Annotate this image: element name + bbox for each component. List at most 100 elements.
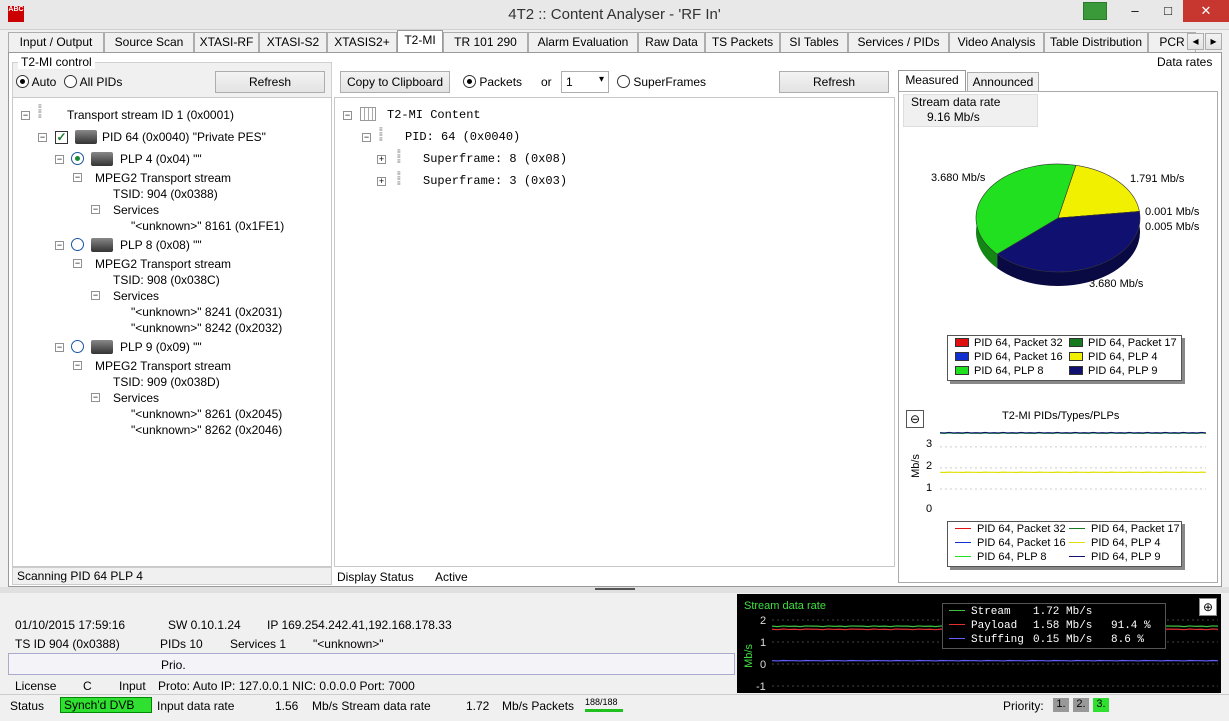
tree-mpeg: MPEG2 Transport stream <box>95 171 232 185</box>
input-label: Input <box>119 679 146 693</box>
auto-radio[interactable] <box>16 75 29 88</box>
zoom-out-icon[interactable]: ⊖ <box>906 410 924 428</box>
tab-scroll-right-button[interactable]: ▸ <box>1205 33 1222 50</box>
tab-xtasi-s2[interactable]: XTASI-S2 <box>259 32 327 52</box>
y-tick: 0 <box>760 659 767 671</box>
line-chart-ylabel: Mb/s <box>909 454 922 478</box>
expand-icon[interactable]: + <box>377 177 386 186</box>
tab-xtasis2-[interactable]: XTASIS2+ <box>327 32 397 52</box>
pie-label: 1.791 Mb/s <box>1130 173 1185 185</box>
content-pid[interactable]: PID: 64 (0x0040) <box>405 130 520 144</box>
tree-pid[interactable]: PID 64 (0x0040) "Private PES" <box>102 130 266 144</box>
scope-legend-name: Payload <box>971 620 1018 632</box>
tree-service: "<unknown>" 8261 (0x2045) <box>131 407 283 421</box>
collapse-plp4-icon[interactable]: − <box>55 155 64 164</box>
packets-value: 188/188 <box>585 697 618 707</box>
chevron-down-icon: ▾ <box>598 74 604 85</box>
service-count: Services 1 <box>230 637 287 651</box>
content-superframe[interactable]: Superframe: 3 (0x03) <box>423 174 567 188</box>
collapse-plp8-icon[interactable]: − <box>55 241 64 250</box>
collapse-icon[interactable]: − <box>91 205 100 214</box>
legend-item: PID 64, PLP 4 <box>1069 537 1161 549</box>
plp9-radio[interactable] <box>71 340 84 353</box>
tab-t2-mi[interactable]: T2-MI <box>397 30 443 53</box>
collapse-icon[interactable]: − <box>362 133 371 142</box>
stream-rate-label: Stream data rate <box>911 95 1001 109</box>
collapse-icon[interactable]: − <box>91 393 100 402</box>
tree-plp8[interactable]: PLP 8 (0x08) "" <box>120 238 202 252</box>
packets-option[interactable]: Packets <box>463 75 522 89</box>
expand-icon[interactable]: + <box>377 155 386 164</box>
control-group-title: T2-MI control <box>18 55 95 69</box>
tree-plp9[interactable]: PLP 9 (0x09) "" <box>120 340 202 354</box>
collapse-icon[interactable]: − <box>73 173 82 182</box>
tree-plp4[interactable]: PLP 4 (0x04) "" <box>120 152 202 166</box>
datetime: 01/10/2015 17:59:16 <box>15 618 126 632</box>
count-select[interactable]: 1 ▾ <box>561 71 609 93</box>
tab-input-output[interactable]: Input / Output <box>8 32 104 52</box>
plp4-radio[interactable] <box>71 152 84 165</box>
content-root[interactable]: T2-MI Content <box>387 108 481 122</box>
pid-checkbox[interactable]: ✓ <box>55 131 68 144</box>
tab-raw-data[interactable]: Raw Data <box>638 32 705 52</box>
prio-label: Prio. <box>161 658 186 672</box>
superframes-option[interactable]: SuperFrames <box>617 75 706 89</box>
collapse-icon[interactable]: − <box>343 111 352 120</box>
tab-video-analysis[interactable]: Video Analysis <box>949 32 1044 52</box>
tab-tr-101-290[interactable]: TR 101 290 <box>443 32 528 52</box>
priority-3: 3. <box>1093 698 1109 712</box>
legend-item: PID 64, Packet 16 <box>955 351 1063 363</box>
scope-legend-row: Payload 1.58 Mb/s 91.4 % <box>949 620 1151 632</box>
scope-legend-percent: 91.4 % <box>1111 620 1151 632</box>
tab-xtasi-rf[interactable]: XTASI-RF <box>194 32 259 52</box>
scope-legend-name: Stream <box>971 606 1011 618</box>
app-settings-icon[interactable] <box>1083 2 1107 20</box>
tree-services: Services <box>113 289 160 303</box>
legend-item: PID 64, PLP 9 <box>1069 365 1158 377</box>
tab-services-pids[interactable]: Services / PIDs <box>848 32 949 52</box>
plp8-radio[interactable] <box>71 238 84 251</box>
collapse-icon[interactable]: − <box>73 259 82 268</box>
scope-title: Stream data rate <box>744 600 826 612</box>
tab-ts-packets[interactable]: TS Packets <box>705 32 780 52</box>
control-refresh-button[interactable]: Refresh <box>215 71 325 93</box>
tree-tsid: TSID: 908 (0x038C) <box>113 273 220 287</box>
list-icon: ≡ ≡ ≡ <box>38 104 42 120</box>
scope-legend-name: Stuffing <box>971 634 1024 646</box>
packets-radio[interactable] <box>463 75 476 88</box>
all-pids-option[interactable]: All PIDs <box>64 75 122 89</box>
tree-ts[interactable]: Transport stream ID 1 (0x0001) <box>67 108 234 122</box>
window-title: 4T2 :: Content Analyser - 'RF In' <box>508 6 721 23</box>
auto-option[interactable]: Auto <box>16 75 56 89</box>
tab-table-distribution[interactable]: Table Distribution <box>1044 32 1148 52</box>
input-rate-value: 1.56 <box>275 699 299 713</box>
tab-scroll-left-button[interactable]: ◂ <box>1187 33 1204 50</box>
tab-announced[interactable]: Announced <box>967 72 1039 92</box>
stream-rate-value: 9.16 Mb/s <box>927 110 980 124</box>
tree-services: Services <box>113 391 160 405</box>
superframes-radio[interactable] <box>617 75 630 88</box>
stream-rate-label: Mb/s Stream data rate <box>312 699 431 713</box>
ip-address: IP 169.254.242.41,192.168.178.33 <box>267 618 452 632</box>
collapse-pid-icon[interactable]: − <box>38 133 47 142</box>
y-tick: 2 <box>760 615 767 627</box>
sync-badge: Synch'd DVB <box>60 697 152 713</box>
collapse-icon[interactable]: − <box>91 291 100 300</box>
copy-clipboard-button[interactable]: Copy to Clipboard <box>340 71 450 93</box>
tab-source-scan[interactable]: Source Scan <box>104 32 194 52</box>
zoom-in-icon[interactable]: ⊕ <box>1199 598 1217 616</box>
all-pids-radio[interactable] <box>64 75 77 88</box>
collapse-icon[interactable]: − <box>73 361 82 370</box>
splitter-grip-icon[interactable] <box>595 588 635 591</box>
tab-alarm-evaluation[interactable]: Alarm Evaluation <box>528 32 638 52</box>
maximize-button[interactable]: □ <box>1153 0 1183 22</box>
content-superframe[interactable]: Superframe: 8 (0x08) <box>423 152 567 166</box>
minimize-button[interactable]: – <box>1120 0 1150 22</box>
legend-item: PID 64, Packet 17 <box>1069 523 1180 535</box>
collapse-ts-icon[interactable]: − <box>21 111 30 120</box>
collapse-plp9-icon[interactable]: − <box>55 343 64 352</box>
tab-measured[interactable]: Measured <box>898 70 966 93</box>
content-refresh-button[interactable]: Refresh <box>779 71 889 93</box>
close-button[interactable]: ✕ <box>1183 0 1229 22</box>
tab-si-tables[interactable]: SI Tables <box>780 32 848 52</box>
